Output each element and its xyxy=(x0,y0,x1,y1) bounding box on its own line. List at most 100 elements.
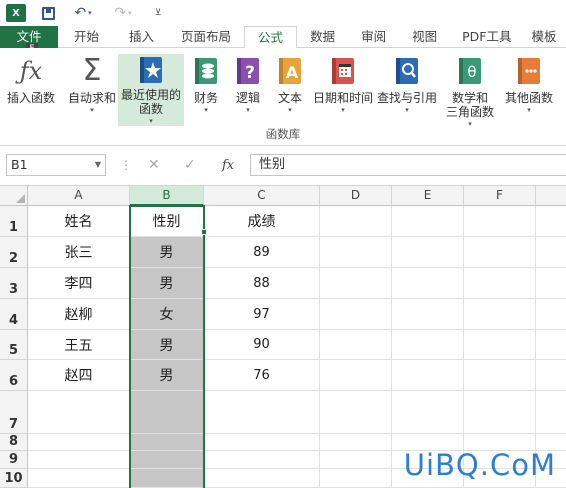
tab-home[interactable]: 开始 xyxy=(58,26,115,48)
cell-f6[interactable] xyxy=(464,360,536,391)
column-header-g[interactable] xyxy=(536,186,566,206)
cell-b2[interactable]: 男 xyxy=(130,237,204,268)
confirm-icon[interactable]: ✓ xyxy=(184,157,196,173)
cell-a8[interactable] xyxy=(28,434,130,451)
cell-a4[interactable]: 赵柳 xyxy=(28,299,130,330)
cell-c1[interactable]: 成绩 xyxy=(204,206,320,237)
formula-input[interactable]: 性别 xyxy=(250,154,566,176)
cell-c10[interactable] xyxy=(204,469,320,488)
cell-g3[interactable] xyxy=(536,268,566,299)
cell-g7[interactable] xyxy=(536,391,566,434)
column-header-d[interactable]: D xyxy=(320,186,392,206)
cell-g2[interactable] xyxy=(536,237,566,268)
cell-f5[interactable] xyxy=(464,330,536,360)
cell-e2[interactable] xyxy=(392,237,464,268)
cell-d4[interactable] xyxy=(320,299,392,330)
cell-a7[interactable] xyxy=(28,391,130,434)
cell-f3[interactable] xyxy=(464,268,536,299)
row-header-4[interactable]: 4 xyxy=(0,299,28,330)
undo-button[interactable]: ↶ ▾ xyxy=(70,5,96,21)
logical-button[interactable]: ? 逻辑 ▾ xyxy=(230,54,266,115)
tab-formulas[interactable]: 公式 xyxy=(244,26,298,49)
cell-d7[interactable] xyxy=(320,391,392,434)
cell-b1[interactable]: 性别 xyxy=(130,206,204,237)
insert-function-icon[interactable]: fx xyxy=(222,158,234,173)
cell-b9[interactable] xyxy=(130,451,204,469)
tab-review[interactable]: 审阅 xyxy=(348,26,399,48)
cell-c7[interactable] xyxy=(204,391,320,434)
cell-b10[interactable] xyxy=(130,469,204,488)
cell-e5[interactable] xyxy=(392,330,464,360)
more-functions-button[interactable]: 其他函数 ▾ xyxy=(502,54,556,115)
text-button[interactable]: A 文本 ▾ xyxy=(272,54,308,115)
row-header-3[interactable]: 3 xyxy=(0,268,28,299)
tab-data[interactable]: 数据 xyxy=(297,26,348,48)
save-button[interactable] xyxy=(40,5,56,21)
cell-e3[interactable] xyxy=(392,268,464,299)
tab-page-layout[interactable]: 页面布局 xyxy=(168,26,244,48)
cell-a6[interactable]: 赵四 xyxy=(28,360,130,391)
cell-a5[interactable]: 王五 xyxy=(28,330,130,360)
column-header-e[interactable]: E xyxy=(392,186,464,206)
select-all-button[interactable] xyxy=(0,186,28,206)
customize-qat-button[interactable]: ⊻ xyxy=(150,5,166,21)
cell-d10[interactable] xyxy=(320,469,392,488)
cell-b3[interactable]: 男 xyxy=(130,268,204,299)
cell-c2[interactable]: 89 xyxy=(204,237,320,268)
math-trig-button[interactable]: θ 数学和 三角函数 ▾ xyxy=(440,54,500,129)
cell-d3[interactable] xyxy=(320,268,392,299)
name-box[interactable]: B1 ▼ xyxy=(6,154,106,176)
column-header-a[interactable]: A xyxy=(28,186,130,206)
tab-view[interactable]: 视图 xyxy=(399,26,450,48)
cell-a10[interactable] xyxy=(28,469,130,488)
cell-g6[interactable] xyxy=(536,360,566,391)
cell-d9[interactable] xyxy=(320,451,392,469)
redo-button[interactable]: ↷ ▾ xyxy=(110,5,136,21)
cell-f4[interactable] xyxy=(464,299,536,330)
row-header-2[interactable]: 2 xyxy=(0,237,28,268)
row-header-6[interactable]: 6 xyxy=(0,360,28,391)
tab-insert[interactable]: 插入 xyxy=(115,26,168,48)
cell-c3[interactable]: 88 xyxy=(204,268,320,299)
cell-d8[interactable] xyxy=(320,434,392,451)
cell-a1[interactable]: 姓名 xyxy=(28,206,130,237)
cell-f2[interactable] xyxy=(464,237,536,268)
tab-templates[interactable]: 模板 xyxy=(523,26,564,48)
column-header-b[interactable]: B xyxy=(130,186,204,206)
cell-d5[interactable] xyxy=(320,330,392,360)
cell-c9[interactable] xyxy=(204,451,320,469)
cell-c6[interactable]: 76 xyxy=(204,360,320,391)
cell-a9[interactable] xyxy=(28,451,130,469)
cell-c8[interactable] xyxy=(204,434,320,451)
cancel-icon[interactable]: ✕ xyxy=(148,157,160,173)
cell-f7[interactable] xyxy=(464,391,536,434)
cell-d2[interactable] xyxy=(320,237,392,268)
cell-e4[interactable] xyxy=(392,299,464,330)
cell-e7[interactable] xyxy=(392,391,464,434)
cell-c4[interactable]: 97 xyxy=(204,299,320,330)
row-header-10[interactable]: 10 xyxy=(0,469,28,488)
cell-b7[interactable] xyxy=(130,391,204,434)
cell-e1[interactable] xyxy=(392,206,464,237)
cell-b5[interactable]: 男 xyxy=(130,330,204,360)
insert-function-button[interactable]: ƒx 插入函数 xyxy=(4,54,58,105)
cell-b8[interactable] xyxy=(130,434,204,451)
lookup-reference-button[interactable]: 查找与引用 ▾ xyxy=(376,54,438,115)
tab-pdf-tools[interactable]: PDF工具 xyxy=(450,26,523,48)
cell-a2[interactable]: 张三 xyxy=(28,237,130,268)
cell-g1[interactable] xyxy=(536,206,566,237)
column-header-f[interactable]: F xyxy=(464,186,536,206)
cell-d1[interactable] xyxy=(320,206,392,237)
cell-b6[interactable]: 男 xyxy=(130,360,204,391)
row-header-8[interactable]: 8 xyxy=(0,434,28,451)
cell-a3[interactable]: 李四 xyxy=(28,268,130,299)
date-time-button[interactable]: 日期和时间 ▾ xyxy=(310,54,376,115)
cell-f1[interactable] xyxy=(464,206,536,237)
cell-g5[interactable] xyxy=(536,330,566,360)
cell-e6[interactable] xyxy=(392,360,464,391)
cell-g4[interactable] xyxy=(536,299,566,330)
column-header-c[interactable]: C xyxy=(204,186,320,206)
cell-d6[interactable] xyxy=(320,360,392,391)
row-header-5[interactable]: 5 xyxy=(0,330,28,360)
row-header-7[interactable]: 7 xyxy=(0,391,28,434)
